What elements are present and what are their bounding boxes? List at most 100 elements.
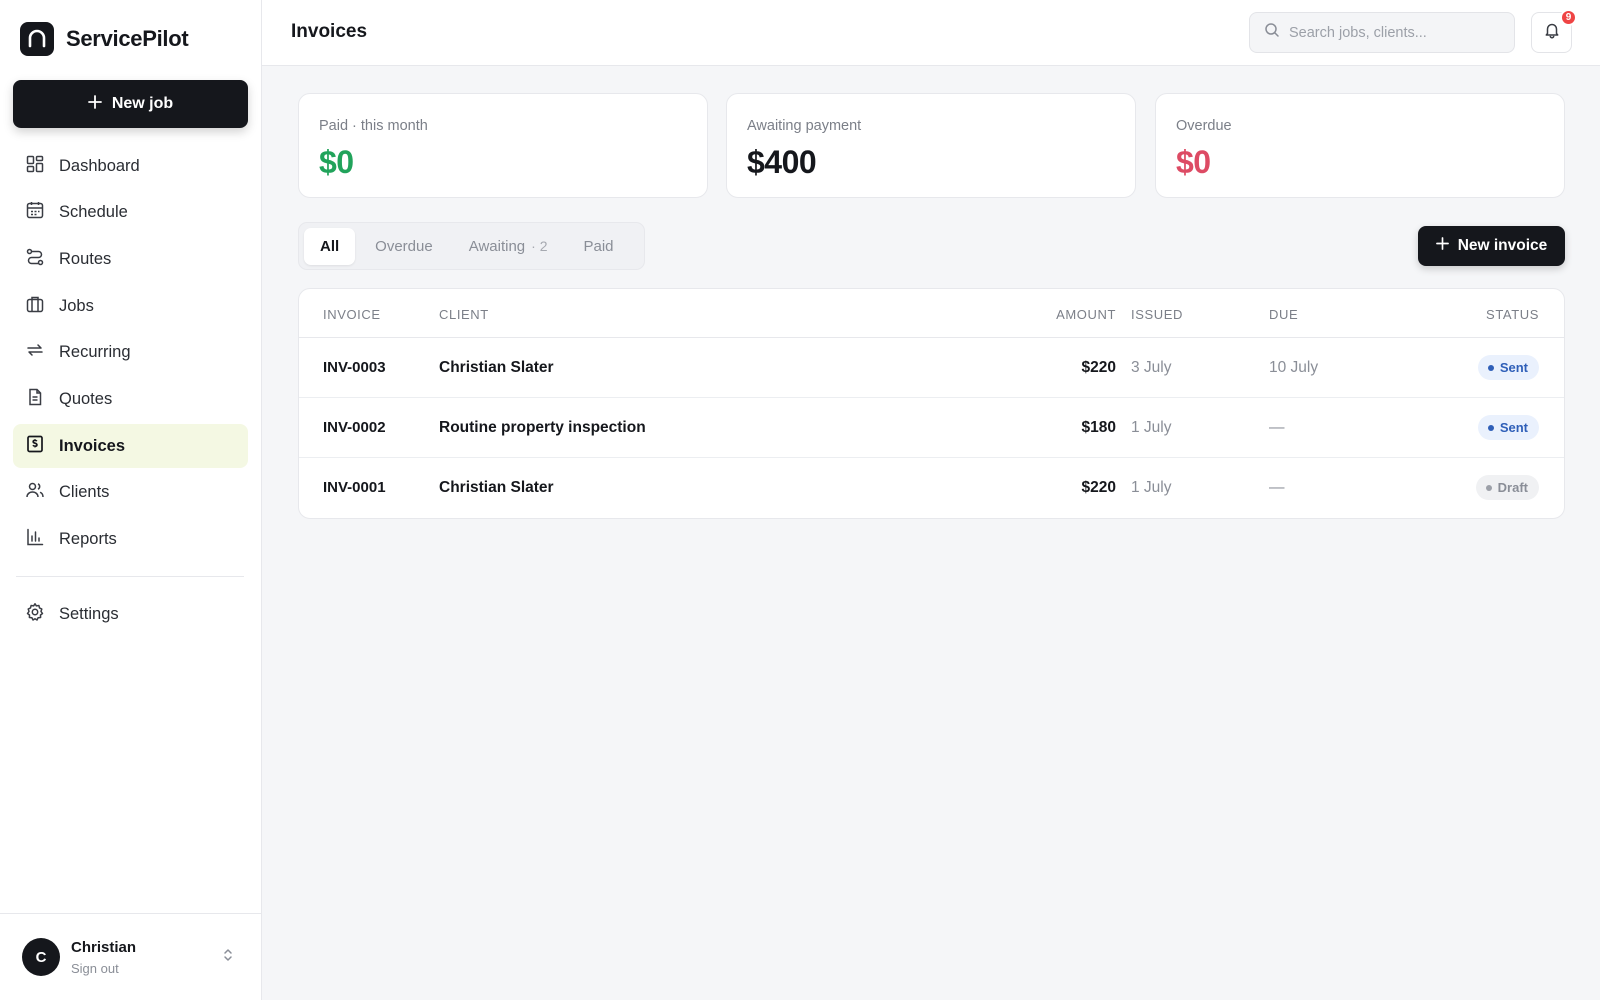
issued-date: 1 July xyxy=(1131,479,1172,496)
sidebar-item-jobs[interactable]: Jobs xyxy=(13,284,248,328)
tab-label: Paid xyxy=(583,237,614,255)
search-input[interactable] xyxy=(1289,24,1499,41)
gear-icon xyxy=(25,602,45,627)
new-job-label: New job xyxy=(111,95,174,112)
tab-overdue[interactable]: Overdue xyxy=(359,228,449,265)
search-box[interactable] xyxy=(1249,12,1515,53)
sidebar-item-invoices[interactable]: Invoices xyxy=(13,424,248,469)
calendar-icon xyxy=(25,200,45,225)
sidebar-item-clients[interactable]: Clients xyxy=(13,471,248,515)
bar-chart-icon xyxy=(25,527,45,552)
amount: $220 xyxy=(1081,479,1116,496)
due-date: 10 July xyxy=(1269,359,1319,376)
invoice-number[interactable]: INV-0003 xyxy=(323,359,386,376)
stat-label: Awaiting payment xyxy=(747,118,862,134)
logo-icon xyxy=(20,22,54,56)
user-name: Christian xyxy=(71,939,137,956)
notifications-button[interactable]: 9 xyxy=(1531,9,1577,53)
plus-icon xyxy=(87,94,102,114)
status-badge: Sent xyxy=(1477,415,1539,440)
sidebar-item-label: Recurring xyxy=(59,343,131,362)
status-badge: Draft xyxy=(1475,475,1539,500)
client-name: Christian Slater xyxy=(439,359,554,376)
column-amount[interactable]: AMOUNT xyxy=(1056,307,1116,322)
column-issued[interactable]: ISSUED xyxy=(1131,307,1183,322)
stat-value: $0 xyxy=(1176,144,1211,180)
status-label: Draft xyxy=(1497,480,1528,495)
tab-count: · 2 xyxy=(531,238,548,254)
issued-date: 1 July xyxy=(1131,419,1172,436)
invoices-table: INVOICE CLIENT AMOUNT ISSUED DUE STATUS … xyxy=(298,288,1565,519)
chevron-up-down-icon[interactable] xyxy=(222,947,234,968)
invoice-icon xyxy=(25,434,45,459)
app-name: ServicePilot xyxy=(66,26,189,51)
tab-label: Awaiting xyxy=(468,237,526,255)
status-label: Sent xyxy=(1499,360,1528,375)
column-invoice[interactable]: INVOICE xyxy=(323,307,381,322)
stat-value: $400 xyxy=(747,144,817,180)
stat-label: Overdue xyxy=(1176,118,1232,134)
sidebar-item-label: Schedule xyxy=(59,203,128,222)
users-icon xyxy=(25,480,45,505)
dashboard-icon xyxy=(25,154,45,179)
route-icon xyxy=(25,247,45,272)
client-name: Christian Slater xyxy=(439,479,554,496)
invoice-number[interactable]: INV-0002 xyxy=(323,419,386,436)
brand[interactable]: ServicePilot xyxy=(20,22,189,56)
nav-divider xyxy=(16,576,244,577)
sidebar-item-label: Routes xyxy=(59,249,112,268)
sidebar-nav: Dashboard Schedule Routes Jobs Recurring… xyxy=(13,144,248,564)
tab-paid[interactable]: Paid xyxy=(568,228,630,265)
issued-date: 3 July xyxy=(1131,359,1172,376)
briefcase-icon xyxy=(25,294,45,319)
sidebar-item-label: Quotes xyxy=(59,389,113,408)
repeat-icon xyxy=(25,340,45,365)
top-bar: Invoices 9 xyxy=(262,0,1600,66)
column-status[interactable]: STATUS xyxy=(1486,307,1539,322)
notification-badge: 9 xyxy=(1560,9,1577,26)
sidebar-item-label: Jobs xyxy=(59,296,94,315)
sidebar-item-reports[interactable]: Reports xyxy=(13,518,248,562)
sidebar-item-routes[interactable]: Routes xyxy=(13,237,248,281)
sidebar-item-settings[interactable]: Settings xyxy=(13,592,248,636)
bell-icon xyxy=(1543,21,1561,44)
page-title: Invoices xyxy=(291,21,368,42)
user-menu[interactable]: C Christian Sign out xyxy=(0,913,262,1000)
status-dot-icon xyxy=(1487,424,1494,431)
sidebar-item-schedule[interactable]: Schedule xyxy=(13,191,248,235)
document-icon xyxy=(25,387,45,412)
amount: $220 xyxy=(1081,359,1116,376)
column-client[interactable]: CLIENT xyxy=(439,307,489,322)
sidebar-item-quotes[interactable]: Quotes xyxy=(13,377,248,421)
tab-all[interactable]: All xyxy=(304,227,356,265)
sidebar-item-label: Settings xyxy=(59,604,119,623)
stat-card-overdue: Overdue $0 xyxy=(1155,93,1565,198)
stat-card-awaiting: Awaiting payment $400 xyxy=(726,93,1136,198)
table-row[interactable]: INV-0003 Christian Slater $220 3 July 10… xyxy=(299,338,1564,398)
tab-label: Overdue xyxy=(375,237,433,255)
column-due[interactable]: DUE xyxy=(1269,307,1298,322)
table-row[interactable]: INV-0002 Routine property inspection $18… xyxy=(299,398,1564,458)
sidebar-settings-group: Settings xyxy=(13,592,248,639)
sidebar: ServicePilot New job Dashboard Schedule … xyxy=(0,0,262,1000)
tab-awaiting[interactable]: Awaiting · 2 xyxy=(453,228,564,265)
sign-out-link[interactable]: Sign out xyxy=(71,961,119,976)
stat-value: $0 xyxy=(319,144,354,180)
new-job-button[interactable]: New job xyxy=(13,80,248,128)
invoice-number[interactable]: INV-0001 xyxy=(323,479,386,496)
status-label: Sent xyxy=(1499,420,1528,435)
sidebar-item-dashboard[interactable]: Dashboard xyxy=(13,144,248,188)
new-invoice-button[interactable]: New invoice xyxy=(1418,226,1565,266)
stat-card-paid: Paid · this month $0 xyxy=(298,93,708,198)
table-row[interactable]: INV-0001 Christian Slater $220 1 July — … xyxy=(299,458,1564,518)
new-invoice-label: New invoice xyxy=(1457,237,1548,254)
search-icon xyxy=(1264,22,1280,43)
sidebar-item-label: Dashboard xyxy=(59,156,140,175)
sidebar-item-recurring[interactable]: Recurring xyxy=(13,331,248,375)
tab-label: All xyxy=(320,237,340,255)
filter-tabs: All Overdue Awaiting · 2 Paid xyxy=(298,222,645,270)
table-header: INVOICE CLIENT AMOUNT ISSUED DUE STATUS xyxy=(299,289,1564,338)
sidebar-item-label: Clients xyxy=(59,483,110,502)
avatar: C xyxy=(22,938,60,976)
due-date: — xyxy=(1269,479,1285,496)
